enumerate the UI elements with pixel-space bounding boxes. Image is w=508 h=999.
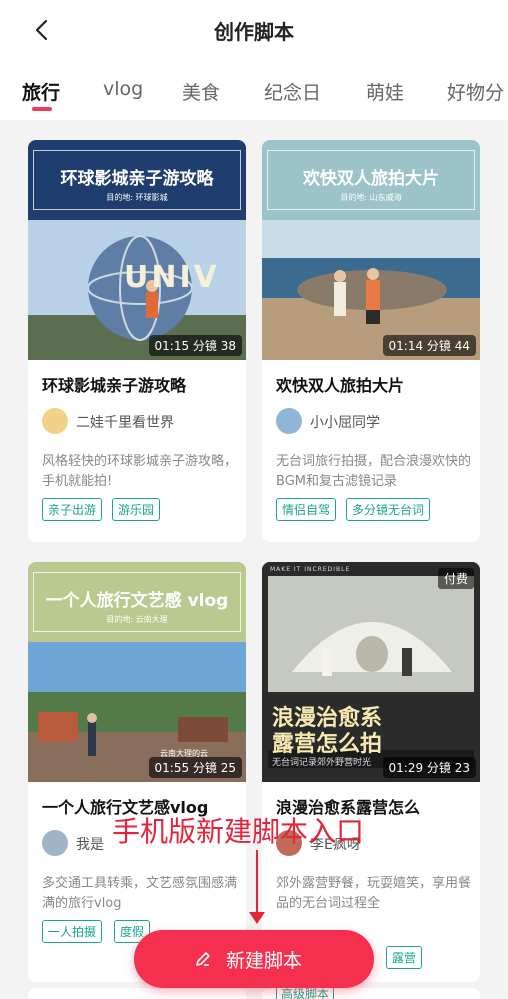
card-thumbnail: 欢快双人旅拍大片 目的地: 山东威海 01:14 分镜 44 xyxy=(262,140,480,360)
card-thumbnail: 环球影城亲子游攻略 目的地: 环球影城 UNIV 01:15 分镜 38 xyxy=(28,140,246,360)
annotation-label: 手机版新建脚本入口 xyxy=(112,815,365,848)
new-script-label: 新建脚本 xyxy=(226,950,303,972)
avatar xyxy=(42,830,68,856)
active-tab-indicator xyxy=(32,107,52,111)
script-card[interactable]: 环球影城亲子游攻略 目的地: 环球影城 UNIV 01:15 分镜 38 环球影… xyxy=(28,140,246,542)
duration-badge: 01:15 分镜 38 xyxy=(148,335,242,356)
duration-badge: 01:14 分镜 44 xyxy=(382,335,476,356)
banner-title: 环球影城亲子游攻略 xyxy=(60,169,214,189)
thumbnail-banner: 欢快双人旅拍大片 目的地: 山东威海 xyxy=(262,140,480,220)
duration-badge: 01:29 分镜 23 xyxy=(382,757,476,778)
poster-title: 露营怎么拍 xyxy=(272,732,383,757)
card-title: 环球影城亲子游攻略 xyxy=(42,376,187,395)
card-description: 风格轻快的环球影城亲子游攻略，手机就能拍! xyxy=(42,454,238,489)
avatar xyxy=(42,408,68,434)
poster-tag: MAKE IT INCREDIBLE xyxy=(270,566,351,573)
tag[interactable]: 多分镜无台词 xyxy=(346,498,431,521)
tab-travel[interactable]: 旅行 xyxy=(22,78,60,105)
next-card-peek: 高级脚本 xyxy=(262,984,480,999)
tab-kids[interactable]: 萌娃 xyxy=(366,78,404,105)
tag[interactable]: 露营 xyxy=(386,946,423,969)
script-card[interactable]: 欢快双人旅拍大片 目的地: 山东威海 01:14 分镜 44 欢快双人旅拍大片 … xyxy=(262,140,480,542)
avatar xyxy=(276,408,302,434)
category-tabs: 旅行 vlog 美食 纪念日 萌娃 好物分 xyxy=(0,60,508,120)
author-name: 我是 xyxy=(76,837,104,853)
tab-food[interactable]: 美食 xyxy=(182,78,220,105)
card-description: 无台词旅行拍摄，配合浪漫欢快的BGM和复古滤镜记录 xyxy=(276,454,472,489)
banner-title: 欢快双人旅拍大片 xyxy=(303,169,439,189)
banner-subtitle: 目的地: 环球影城 xyxy=(106,193,168,202)
author-name: 小小屈同学 xyxy=(310,415,380,431)
card-thumbnail: 一个人旅行文艺感 vlog 目的地: 云南大理 云南大理的云 01:55 分镜 … xyxy=(28,562,246,782)
paid-badge: 付费 xyxy=(437,568,474,589)
card-title: 欢快双人旅拍大片 xyxy=(276,376,405,395)
tag[interactable]: 亲子出游 xyxy=(42,498,103,521)
tag[interactable]: 情侣自驾 xyxy=(276,498,337,521)
banner-subtitle: 目的地: 云南大理 xyxy=(106,615,168,624)
card-description: 郊外露营野餐，玩耍嬉笑，享用餐品的无台词过程全 xyxy=(276,876,472,911)
banner-subtitle: 目的地: 山东威海 xyxy=(340,193,402,202)
poster-caption: 无台词记录郊外野营时光 xyxy=(272,758,372,768)
card-thumbnail: MAKE IT INCREDIBLE 付费 浪漫治愈系 露营怎么拍 无台词记录郊… xyxy=(262,562,480,782)
tab-goods[interactable]: 好物分 xyxy=(447,78,504,105)
page-title: 创作脚本 xyxy=(214,20,294,44)
next-card-peek xyxy=(28,988,246,999)
script-card[interactable]: 一个人旅行文艺感 vlog 目的地: 云南大理 云南大理的云 01:55 分镜 … xyxy=(28,562,246,982)
tag[interactable]: 游乐园 xyxy=(112,498,161,521)
annotation-arrow xyxy=(256,850,258,918)
tab-anniversary[interactable]: 纪念日 xyxy=(264,78,321,105)
pencil-icon xyxy=(196,952,210,966)
tag[interactable]: 一人拍摄 xyxy=(42,920,103,943)
tab-vlog[interactable]: vlog xyxy=(103,78,143,100)
author-name: 二娃千里看世界 xyxy=(76,415,174,431)
script-card[interactable]: MAKE IT INCREDIBLE 付费 浪漫治愈系 露营怎么拍 无台词记录郊… xyxy=(262,562,480,982)
scene-text: UNIV xyxy=(124,260,220,295)
banner-title: 一个人旅行文艺感 vlog xyxy=(45,591,229,611)
annotation-arrow-head xyxy=(249,912,265,924)
top-bar: 创作脚本 xyxy=(0,0,508,60)
thumbnail-banner: 一个人旅行文艺感 vlog 目的地: 云南大理 xyxy=(28,562,246,642)
card-description: 多交通工具转乘，文艺感氛围感满满的旅行vlog xyxy=(42,876,238,911)
new-script-button[interactable]: 新建脚本 xyxy=(134,930,374,988)
duration-badge: 01:55 分镜 25 xyxy=(148,757,242,778)
thumbnail-banner: 环球影城亲子游攻略 目的地: 环球影城 xyxy=(28,140,246,220)
